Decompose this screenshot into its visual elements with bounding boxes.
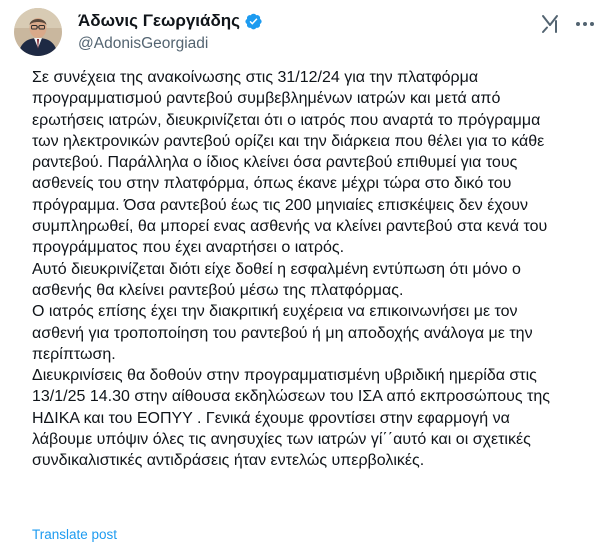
post-text-line: ασθενείς του στην πλατφόρμα, όπως έκανε … bbox=[32, 175, 512, 193]
post-text-line: λάβουμε υπόψιν όλες τις ανησυχίες των ια… bbox=[32, 431, 531, 449]
post-text-line: Σε συνέχεια της ανακοίνωσης στις 31/12/2… bbox=[32, 69, 479, 86]
avatar-image bbox=[14, 8, 62, 56]
dot-icon bbox=[590, 22, 594, 26]
author-names: Άδωνις Γεωργιάδης @AdonisGeorgiadi bbox=[78, 10, 263, 55]
post-text-line: ασθενής θα κλείνει ραντεβού μέσω της πλα… bbox=[32, 281, 404, 299]
display-name[interactable]: Άδωνις Γεωργιάδης bbox=[78, 10, 240, 32]
grok-icon[interactable] bbox=[539, 13, 561, 35]
post-text-line: πρόγραμμα. Όσα ραντεβού έως τις 200 μηνι… bbox=[32, 196, 528, 214]
post-text-line: ερωτήσεις ιατρών, διευκρινίζεται ότι ο ι… bbox=[32, 111, 541, 129]
post-card: Άδωνις Γεωργιάδης @AdonisGeorgiadi Σε συ… bbox=[0, 0, 613, 547]
post-text-line: 13/1/25 14.30 στην αίθουσα εκδηλώσεων το… bbox=[32, 388, 550, 406]
post-text-line: συμπληρωθεί, θα μπορεί ενας ασθενής να κ… bbox=[32, 218, 548, 236]
post-text-line: συνδικαλιστικές αντιδράσεις ήταν εντελώς… bbox=[32, 452, 425, 470]
post-text-line: περίπτωση. bbox=[32, 345, 116, 363]
display-name-row: Άδωνις Γεωργιάδης bbox=[78, 10, 263, 32]
translate-post-link[interactable]: Translate post bbox=[32, 526, 117, 544]
more-options-icon[interactable] bbox=[573, 13, 597, 35]
author-handle[interactable]: @AdonisGeorgiadi bbox=[78, 33, 263, 55]
post-text-line: προγραμματισμού ραντεβού συμβεβλημένων ι… bbox=[32, 90, 501, 108]
post-text-line: Διευκρινίσεις θα δοθούν στην προγραμματι… bbox=[32, 367, 537, 385]
post-text: Σε συνέχεια της ανακοίνωσης στις 31/12/2… bbox=[32, 67, 607, 472]
post-header: Άδωνις Γεωργιάδης @AdonisGeorgiadi bbox=[14, 8, 599, 60]
dot-icon bbox=[576, 22, 580, 26]
post-text-line: ΗΔΙΚΑ και του ΕΟΠΥΥ . Γενικά έχουμε φρον… bbox=[32, 409, 510, 427]
avatar[interactable] bbox=[14, 8, 62, 56]
post-text-line: ασθενή για τροποποίηση του ραντεβού ή μη… bbox=[32, 324, 533, 342]
post-text-line: ραντεβού. Παράλληλα ο ίδιος κλείνει όσα … bbox=[32, 154, 518, 172]
post-text-line: Αυτό διευκρινίζεται διότι είχε δοθεί η ε… bbox=[32, 260, 521, 278]
post-text-line: των ηλεκτρονικών ραντεβού ορίζει και την… bbox=[32, 132, 545, 150]
post-text-line: Ο ιατρός επίσης έχει την διακριτική ευχέ… bbox=[32, 303, 518, 321]
post-text-line: προγράμματος που έχει αναρτήσει ο ιατρός… bbox=[32, 239, 345, 257]
dot-icon bbox=[583, 22, 587, 26]
verified-badge-icon[interactable] bbox=[244, 12, 263, 31]
